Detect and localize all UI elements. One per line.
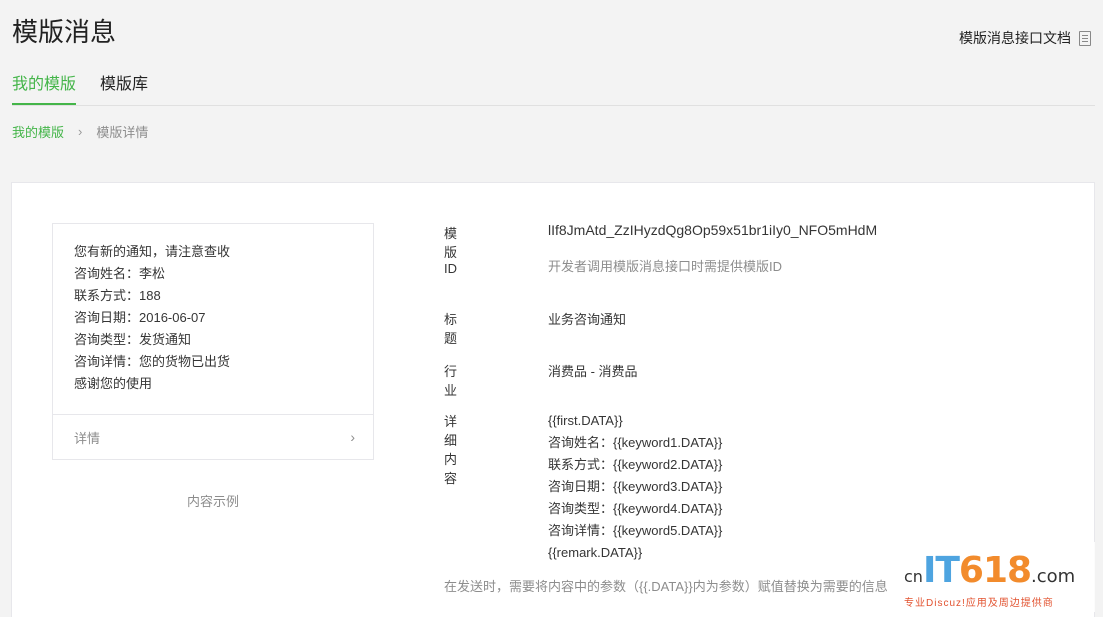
content-line: 咨询日期：{{keyword3.DATA}} [548, 479, 723, 494]
preview-caption: 内容示例 [186, 494, 239, 509]
template-title-value: 业务咨询通知 [548, 312, 627, 327]
chevron-right-icon: › [350, 429, 355, 445]
tab-my-templates[interactable]: 我的模版 [12, 74, 77, 105]
preview-line: 咨询详情：您的货物已出货 [74, 354, 231, 369]
preview-line: 联系方式：188 [74, 288, 161, 303]
page-title: 模版消息 [12, 17, 117, 47]
content-line: {{remark.DATA}} [548, 545, 643, 560]
api-doc-link-label: 模版消息接口文档 [959, 30, 1071, 46]
breadcrumb-my-templates[interactable]: 我的模版 [12, 122, 64, 141]
preview-line: 感谢您的使用 [74, 376, 153, 391]
preview-line: 咨询日期：2016-06-07 [74, 310, 206, 325]
watermark-it: IT [922, 550, 960, 591]
watermark-tagline: 专业Discuz!应用及周边提供商 [904, 598, 1054, 609]
message-preview: 您有新的通知，请注意查收 咨询姓名：李松 联系方式：188 咨询日期：2016-… [52, 223, 374, 460]
breadcrumb-current: 模版详情 [96, 125, 149, 140]
content-line: {{first.DATA}} [548, 413, 623, 428]
watermark-com: .com [1031, 566, 1076, 587]
content-line: 咨询详情：{{keyword5.DATA}} [548, 523, 723, 538]
content-line: 咨询类型：{{keyword4.DATA}} [548, 501, 723, 516]
parameter-footnote: 在发送时，需要将内容中的参数（{{.DATA}}内为参数）赋值替换为需要的信息 [444, 579, 888, 594]
watermark-cn: cn [904, 567, 923, 586]
template-content-label: 详细内容 [444, 414, 458, 486]
watermark-logo: cnIT618.com 专业Discuz!应用及周边提供商 [900, 542, 1095, 612]
preview-detail-link[interactable]: 详情 › [53, 415, 373, 459]
tab-template-library[interactable]: 模版库 [100, 74, 148, 96]
template-id-label: 模版ID [444, 226, 458, 276]
preview-line: 咨询类型：发货通知 [74, 332, 192, 347]
preview-line: 咨询姓名：李松 [74, 266, 166, 281]
breadcrumb-separator: › [78, 124, 83, 139]
template-content-lines: {{first.DATA}} 咨询姓名：{{keyword1.DATA}} 联系… [548, 410, 722, 564]
template-id-hint: 开发者调用模版消息接口时需提供模版ID [548, 259, 783, 274]
page-header: 模版消息 模版消息接口文档 [12, 16, 1091, 50]
content-line: 咨询姓名：{{keyword1.DATA}} [548, 435, 723, 450]
content-line: 联系方式：{{keyword2.DATA}} [548, 457, 723, 472]
watermark-brand: cnIT618.com [904, 550, 1075, 591]
template-id-value: lIf8JmAtd_ZzIHyzdQg8Op59x51br1iIy0_NFO5m… [548, 222, 878, 238]
breadcrumb: 我的模版 › 模版详情 [12, 122, 148, 141]
document-icon [1079, 30, 1091, 46]
api-doc-link[interactable]: 模版消息接口文档 [959, 28, 1091, 48]
preview-line: 您有新的通知，请注意查收 [74, 244, 231, 259]
template-industry-label: 行业 [444, 364, 458, 398]
tab-bar: 我的模版 模版库 [12, 66, 1095, 106]
template-title-label: 标题 [444, 312, 458, 346]
preview-body: 您有新的通知，请注意查收 咨询姓名：李松 联系方式：188 咨询日期：2016-… [53, 224, 373, 415]
template-industry-value: 消费品 - 消费品 [548, 364, 638, 379]
watermark-number: 618 [958, 550, 1032, 591]
preview-detail-label: 详情 [74, 430, 101, 446]
